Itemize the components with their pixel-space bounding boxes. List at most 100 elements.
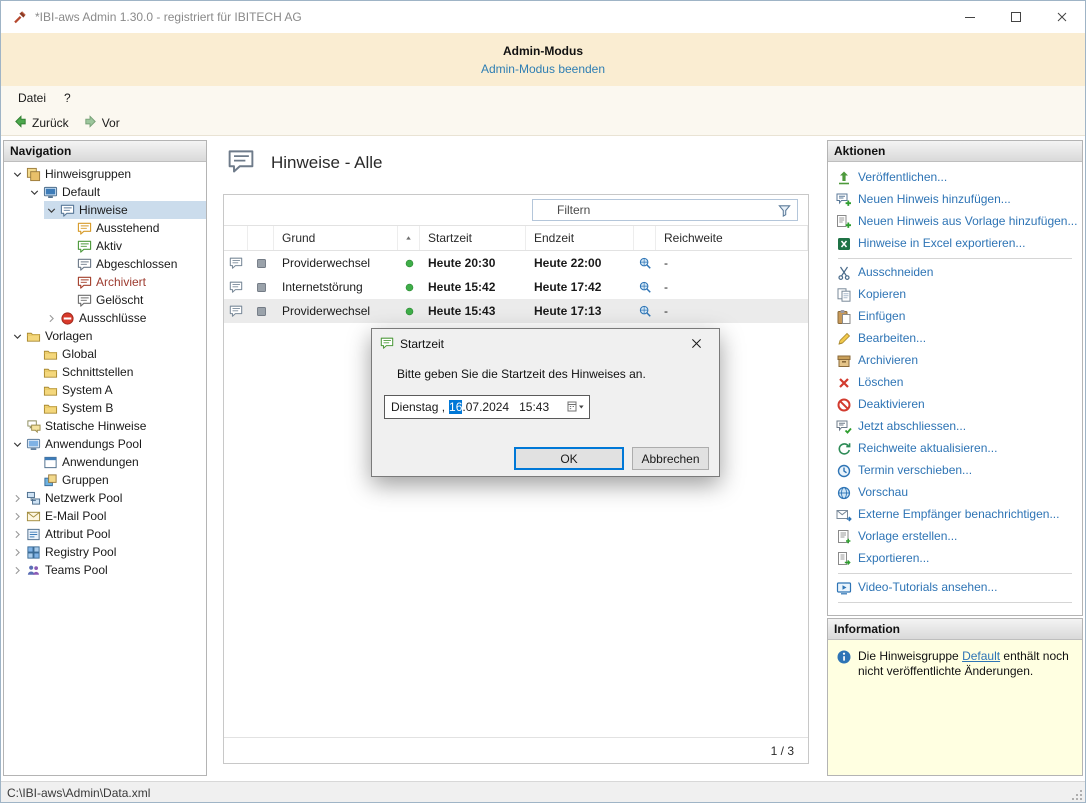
chevron-right-icon[interactable] — [11, 528, 25, 541]
resize-grip-icon[interactable] — [1071, 789, 1083, 801]
action-jetzt-abschliessen[interactable]: Jetzt abschliessen... — [828, 416, 1082, 438]
header-grund[interactable]: Grund — [274, 226, 398, 250]
tree-item-anwendungen[interactable]: Anwendungen — [4, 453, 206, 471]
table-row[interactable]: ProviderwechselHeute 15:43Heute 17:13- — [224, 299, 808, 323]
dialog-close-button[interactable] — [674, 329, 719, 358]
close-button[interactable] — [1039, 1, 1085, 33]
action-ausschneiden[interactable]: Ausschneiden — [828, 262, 1082, 284]
add-hint-icon — [836, 192, 852, 208]
action-bearbeiten[interactable]: Bearbeiten... — [828, 328, 1082, 350]
chevron-down-icon[interactable] — [45, 204, 59, 217]
header-reach-icon-col[interactable] — [634, 226, 656, 250]
action-loeschen[interactable]: Löschen — [828, 372, 1082, 394]
tree-item-netzwerk-pool[interactable]: Netzwerk Pool — [4, 489, 206, 507]
action-exportieren[interactable]: Exportieren... — [828, 548, 1082, 570]
tree-item-ausstehend[interactable]: Ausstehend — [4, 219, 206, 237]
action-label: Exportieren... — [858, 551, 929, 566]
tree-item-statische-hinweise[interactable]: Statische Hinweise — [4, 417, 206, 435]
tree-item-geloescht[interactable]: Gelöscht — [4, 291, 206, 309]
chevron-down-icon[interactable] — [11, 330, 25, 343]
tree-item-archiviert[interactable]: Archiviert — [4, 273, 206, 291]
default-group-link[interactable]: Default — [962, 649, 1000, 663]
tree-item-default[interactable]: Default — [4, 183, 206, 201]
tree-item-system-b[interactable]: System B — [4, 399, 206, 417]
actions-list: Veröffentlichen...Neuen Hinweis hinzufüg… — [828, 162, 1082, 603]
startzeit-datetime-field[interactable]: Dienstag ,16.07.202415:43 — [384, 395, 590, 419]
admin-mode-exit-link[interactable]: Admin-Modus beenden — [481, 62, 605, 76]
tree-item-schnittstellen[interactable]: Schnittstellen — [4, 363, 206, 381]
header-hint-icon-col[interactable] — [224, 226, 248, 250]
hint-icon — [224, 280, 248, 294]
action-veroeffentlichen[interactable]: Veröffentlichen... — [828, 167, 1082, 189]
tree-item-teams-pool[interactable]: Teams Pool — [4, 561, 206, 579]
menu-item-help[interactable]: ? — [55, 88, 80, 108]
dialog-titlebar[interactable]: Startzeit — [372, 329, 719, 359]
sort-asc-icon[interactable] — [398, 226, 420, 250]
tree-item-e-mail-pool[interactable]: E-Mail Pool — [4, 507, 206, 525]
action-label: Einfügen — [858, 309, 905, 324]
chevron-spacer — [62, 294, 76, 307]
tree-item-gruppen[interactable]: Gruppen — [4, 471, 206, 489]
calendar-dropdown-button[interactable] — [563, 396, 589, 418]
chevron-right-icon[interactable] — [11, 546, 25, 559]
tree-item-ausschluesse[interactable]: Ausschlüsse — [4, 309, 206, 327]
dialog-message: Bitte geben Sie die Startzeit des Hinwei… — [397, 367, 646, 381]
action-label: Vorschau — [858, 485, 908, 500]
chevron-right-icon[interactable] — [45, 312, 59, 325]
action-vorschau[interactable]: Vorschau — [828, 482, 1082, 504]
tree-item-global[interactable]: Global — [4, 345, 206, 363]
cancel-button[interactable]: Abbrechen — [632, 447, 709, 470]
tree-item-abgeschlossen[interactable]: Abgeschlossen — [4, 255, 206, 273]
action-video-tutorials-ansehen[interactable]: Video-Tutorials ansehen... — [828, 577, 1082, 599]
cell-reichweite: - — [656, 304, 808, 318]
chevron-down-icon[interactable] — [11, 168, 25, 181]
action-neuen-hinweis-hinzufuegen[interactable]: Neuen Hinweis hinzufügen... — [828, 189, 1082, 211]
tree-item-anwendungs-pool[interactable]: Anwendungs Pool — [4, 435, 206, 453]
chevron-down-icon[interactable] — [28, 186, 42, 199]
action-reichweite-aktualisieren[interactable]: Reichweite aktualisieren... — [828, 438, 1082, 460]
ok-button[interactable]: OK — [514, 447, 624, 470]
filter-input[interactable]: Filtern — [532, 199, 798, 221]
add-hint-template-icon — [836, 214, 852, 230]
forward-button[interactable]: Vor — [77, 112, 126, 134]
datetime-day-name: Dienstag , — [391, 400, 445, 414]
header-startzeit[interactable]: Startzeit — [420, 226, 526, 250]
tree-item-registry-pool[interactable]: Registry Pool — [4, 543, 206, 561]
chevron-right-icon[interactable] — [11, 564, 25, 577]
tree-item-hinweisgruppen[interactable]: Hinweisgruppen — [4, 165, 206, 183]
tree-item-attribut-pool[interactable]: Attribut Pool — [4, 525, 206, 543]
maximize-button[interactable] — [993, 1, 1039, 33]
action-externe-empfaenger-benachrichtigen[interactable]: Externe Empfänger benachrichtigen... — [828, 504, 1082, 526]
action-einfuegen[interactable]: Einfügen — [828, 306, 1082, 328]
hints-table-container: Filtern Grund Startzeit Endzeit Reichwei… — [223, 194, 809, 764]
chevron-right-icon[interactable] — [11, 492, 25, 505]
table-row[interactable]: InternetstörungHeute 15:42Heute 17:42- — [224, 275, 808, 299]
header-reichweite[interactable]: Reichweite — [656, 226, 808, 250]
chevron-right-icon[interactable] — [11, 510, 25, 523]
header-endzeit[interactable]: Endzeit — [526, 226, 634, 250]
hints-active-icon — [77, 239, 92, 254]
minimize-button[interactable] — [947, 1, 993, 33]
tree-item-aktiv[interactable]: Aktiv — [4, 237, 206, 255]
chevron-down-icon[interactable] — [11, 438, 25, 451]
action-deaktivieren[interactable]: Deaktivieren — [828, 394, 1082, 416]
tree-item-system-a[interactable]: System A — [4, 381, 206, 399]
action-vorlage-erstellen[interactable]: Vorlage erstellen... — [828, 526, 1082, 548]
tree-item-hinweise[interactable]: Hinweise — [4, 201, 206, 219]
action-hinweise-in-excel-exportieren[interactable]: Hinweise in Excel exportieren... — [828, 233, 1082, 255]
action-neuen-hinweis-aus-vorlage-hinzufuegen[interactable]: Neuen Hinweis aus Vorlage hinzufügen... — [828, 211, 1082, 233]
action-termin-verschieben[interactable]: Termin verschieben... — [828, 460, 1082, 482]
reschedule-icon — [836, 463, 852, 479]
filter-funnel-icon[interactable] — [777, 203, 792, 218]
tree-item-vorlagen[interactable]: Vorlagen — [4, 327, 206, 345]
folder-icon — [43, 365, 58, 380]
cell-startzeit: Heute 15:42 — [420, 280, 526, 294]
action-label: Bearbeiten... — [858, 331, 926, 346]
back-button[interactable]: Zurück — [7, 112, 75, 134]
table-row[interactable]: ProviderwechselHeute 20:30Heute 22:00- — [224, 251, 808, 275]
action-archivieren[interactable]: Archivieren — [828, 350, 1082, 372]
action-label: Vorlage erstellen... — [858, 529, 957, 544]
action-kopieren[interactable]: Kopieren — [828, 284, 1082, 306]
menu-item-datei[interactable]: Datei — [9, 88, 55, 108]
header-state-icon-col[interactable] — [248, 226, 274, 250]
